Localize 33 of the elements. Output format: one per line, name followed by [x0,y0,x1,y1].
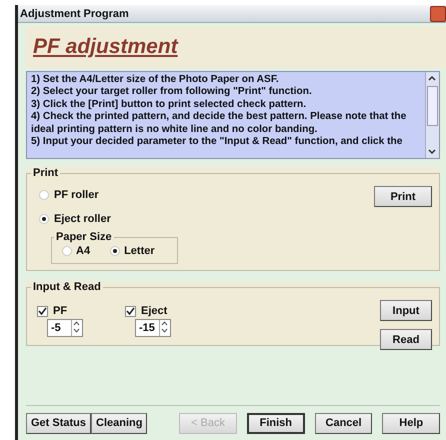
radio-button[interactable] [62,246,72,256]
radio-button[interactable] [39,214,49,224]
page-heading: PF adjustment [32,35,178,59]
button[interactable]: Cancel [314,412,372,434]
checkbox-label: Eject [141,305,168,317]
button[interactable]: Cleaning [91,412,148,434]
checkbox[interactable] [37,306,48,316]
number-spinner[interactable]: -5 [47,319,83,337]
instruction-text: 4) Check the printed pattern, and decide the best pattern. Please note that the ideal printing pattern is no white line and no color banding. [31,111,408,136]
radio-label: Letter [124,245,155,257]
group-title: Input & Read [32,281,102,293]
number-spinner[interactable]: -15 [135,319,171,337]
instruction-text: 5) Input your decided parameter to the "Input & Read" function, and click the [31,136,404,148]
radio-button[interactable] [39,190,49,200]
instruction-text: 2) Select your target roller from following "Print" function. [31,86,313,99]
button[interactable]: Finish [246,412,305,434]
input-button[interactable]: Input [380,300,432,321]
read-button[interactable]: Read [380,329,432,350]
group-title: Paper Size [55,231,113,243]
button[interactable]: Get Status [26,412,92,434]
window-title: Adjustment Program [19,8,129,20]
instruction-text: 1) Set the A4/Letter size of the Photo Paper on ASF. [31,74,280,86]
print-button[interactable]: Print [374,186,432,207]
checkbox-label: PF [53,305,68,317]
radio-label: PF roller [54,189,99,201]
group-title: Print [32,167,60,179]
checkbox[interactable] [125,306,136,316]
button[interactable]: Help [382,412,440,434]
radio-label: A4 [76,245,90,257]
instruction-text: 3) Click the [Print] button to print selected check pattern. [31,98,308,112]
radio-button[interactable] [110,246,120,256]
radio-label: Eject roller [54,213,111,225]
scroll-bar[interactable] [425,72,439,158]
